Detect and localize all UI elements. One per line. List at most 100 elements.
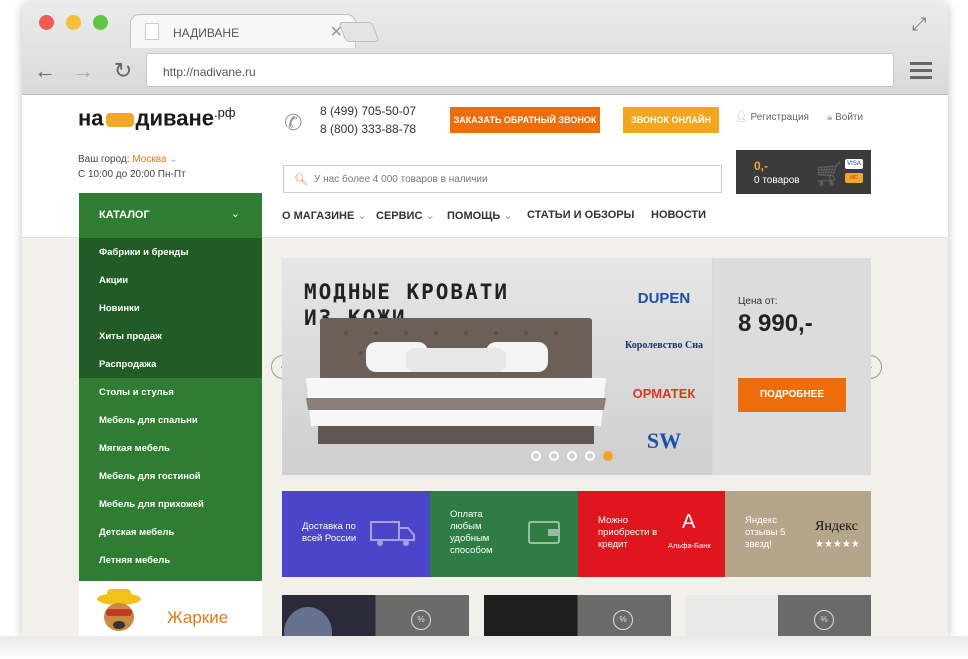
slider-dot-active[interactable] [603, 451, 613, 461]
visa-icon: VISA [845, 159, 863, 169]
online-call-button[interactable]: ЗВОНОК ОНЛАЙН [623, 107, 719, 133]
catalog-item[interactable]: Мебель для спальни [79, 406, 262, 434]
new-tab-button[interactable] [338, 22, 380, 42]
fullscreen-icon[interactable]: ⤢ [912, 14, 926, 35]
slide-image-area[interactable]: МОДНЫЕ КРОВАТИ ИЗ КОЖИ DUPEN [282, 258, 712, 475]
summer-promo-banner[interactable]: Жаркие [79, 581, 262, 636]
more-button[interactable]: ПОДРОБНЕЕ [738, 378, 846, 412]
brand-logo-ormatek[interactable]: ОРМАТЕК [622, 386, 706, 401]
alfa-bank-logo: А [682, 511, 696, 533]
feature-credit-text: Можно приобрести в кредит [598, 515, 658, 550]
address-bar[interactable]: http://nadivane.ru [146, 53, 894, 87]
nav-articles[interactable]: СТАТЬИ И ОБЗОРЫ [527, 209, 634, 221]
login-link[interactable]: 🔒︎ Войти [827, 112, 863, 123]
catalog-item[interactable]: Фабрики и бренды [79, 238, 262, 266]
back-arrow-icon[interactable]: ← [32, 58, 58, 84]
slide-title-line1: МОДНЫЕ КРОВАТИ [304, 280, 510, 304]
product-thumb[interactable]: % [282, 595, 469, 636]
logo-text-right: диване [135, 105, 215, 131]
hero-slider: МОДНЫЕ КРОВАТИ ИЗ КОЖИ DUPEN [282, 258, 871, 475]
brand-logo-dupen[interactable]: DUPEN [622, 290, 706, 307]
city-value[interactable]: Москва [132, 154, 166, 165]
product-thumb[interactable]: % [484, 595, 671, 636]
feature-delivery[interactable]: Доставка по всей России [282, 491, 430, 577]
search-input[interactable]: 🔍︎ У нас более 4 000 товаров в наличии [283, 165, 722, 193]
minimize-window-button[interactable] [66, 15, 81, 30]
slider-dot[interactable] [549, 451, 559, 461]
slider-dot[interactable] [567, 451, 577, 461]
slider-dot[interactable] [585, 451, 595, 461]
catalog-item[interactable]: Акции [79, 266, 262, 294]
browser-tab[interactable]: НАДИВАНЕ ✕ [130, 14, 356, 48]
alfa-bank-label: Альфа-Банк [668, 541, 711, 550]
nav-about-label: О МАГАЗИНЕ [282, 210, 355, 222]
catalog-item-label: Детская мебель [99, 527, 175, 538]
nav-help[interactable]: ПОМОЩЬ ⌄ [447, 209, 513, 222]
lock-icon: 🔒︎ [827, 112, 833, 123]
catalog-item[interactable]: Хиты продаж [79, 322, 262, 350]
site-logo[interactable]: на диване.рф [78, 105, 236, 135]
chevron-down-icon: ⌄ [425, 210, 435, 222]
discount-icon: % [411, 610, 431, 630]
close-window-button[interactable] [39, 15, 54, 30]
nav-news[interactable]: НОВОСТИ [651, 209, 706, 221]
cart-price: 0,- [754, 159, 769, 173]
nav-about[interactable]: О МАГАЗИНЕ ⌄ [282, 209, 367, 222]
user-icon: 👤︎ [735, 112, 748, 123]
register-link[interactable]: 👤︎ Регистрация [735, 112, 809, 123]
catalog-item[interactable]: Детская мебель [79, 518, 262, 546]
window-shadow [0, 636, 968, 659]
browser-menu-icon[interactable] [910, 62, 932, 79]
phone-number-1[interactable]: 8 (499) 705-50-07 [320, 104, 416, 118]
catalog-item[interactable]: Мебель для прихожей [79, 490, 262, 518]
forward-arrow-icon[interactable]: → [70, 58, 96, 84]
slider-dots [531, 448, 621, 466]
nav-help-label: ПОМОЩЬ [447, 210, 501, 222]
feature-payment[interactable]: Оплата любым удобным способом [430, 491, 578, 577]
brand-logo-korolevstvo[interactable]: Королевство Сна [622, 340, 706, 351]
catalog-item-label: Мебель для прихожей [99, 499, 204, 510]
brand-logo-sw[interactable]: SW [622, 428, 706, 454]
catalog-item[interactable]: Столы и стулья [79, 378, 262, 406]
price-panel: Цена от: 8 990,- ПОДРОБНЕЕ [714, 258, 871, 475]
catalog-item-label: Распродажа [99, 359, 157, 370]
slider-dot[interactable] [531, 451, 541, 461]
browser-chrome: НАДИВАНЕ ✕ ⤢ ← → ↻ http://nadivane.ru [22, 0, 948, 95]
nav-service-label: СЕРВИС [376, 210, 423, 222]
feature-yandex[interactable]: Яндекс отзывы 5 звезд! Яндекс ★★★★★ [725, 491, 871, 577]
search-icon[interactable]: 🔍︎ [294, 173, 308, 186]
logo-suffix: .рф [214, 105, 236, 120]
tab-title: НАДИВАНЕ [173, 26, 240, 40]
city-selector[interactable]: Ваш город: Москва ⌄ [78, 154, 178, 165]
catalog-item[interactable]: Мебель для гостиной [79, 462, 262, 490]
feature-delivery-text: Доставка по всей России [302, 521, 357, 544]
catalog-sidebar: КАТАЛОГ ⌄ Фабрики и бренды Акции Новинки… [79, 193, 262, 581]
truck-icon [370, 521, 415, 546]
price-label: Цена от: [738, 296, 778, 307]
feature-credit[interactable]: Можно приобрести в кредит А Альфа-Банк [578, 491, 726, 577]
web-page: на диване.рф Ваш город: Москва ⌄ С 10:00 … [22, 95, 948, 636]
sofa-icon [105, 112, 134, 127]
lamp-image [284, 607, 332, 636]
reload-icon[interactable]: ↻ [110, 58, 136, 84]
catalog-item[interactable]: Новинки [79, 294, 262, 322]
maximize-window-button[interactable] [93, 15, 108, 30]
catalog-header[interactable]: КАТАЛОГ ⌄ [79, 193, 262, 238]
catalog-item[interactable]: Мягкая мебель [79, 434, 262, 462]
cart-widget[interactable]: 0,- 0 товаров 🛒︎ VISA MC [736, 150, 871, 194]
catalog-item-label: Мягкая мебель [99, 443, 170, 454]
chevron-down-icon: ⌄ [357, 210, 367, 222]
catalog-item-label: Акции [99, 275, 129, 286]
catalog-item-label: Фабрики и бренды [99, 247, 189, 258]
product-thumb[interactable]: % [685, 595, 871, 636]
page-icon [145, 23, 159, 40]
promo-text: Жаркие [167, 608, 229, 627]
callback-button[interactable]: ЗАКАЗАТЬ ОБРАТНЫЙ ЗВОНОК [450, 107, 600, 133]
bed-image [306, 318, 606, 444]
phone-number-2[interactable]: 8 (800) 333-88-78 [320, 122, 416, 136]
catalog-item[interactable]: Распродажа [79, 350, 262, 378]
catalog-title: КАТАЛОГ [99, 209, 150, 221]
nav-service[interactable]: СЕРВИС ⌄ [376, 209, 435, 222]
catalog-item[interactable]: Летняя мебель [79, 546, 262, 574]
mastercard-icon: MC [845, 173, 863, 183]
